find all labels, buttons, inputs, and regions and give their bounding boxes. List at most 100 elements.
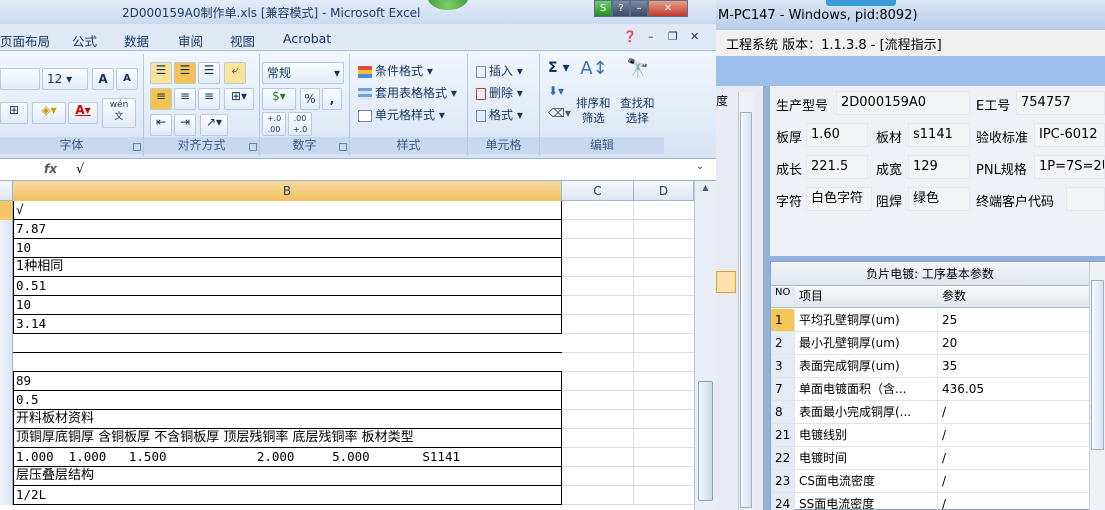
cell-d[interactable] xyxy=(634,277,694,296)
cell-b[interactable]: 7.87 xyxy=(13,220,562,239)
column-header-c[interactable]: C xyxy=(562,181,634,201)
cell-c[interactable] xyxy=(562,239,634,258)
row-header[interactable] xyxy=(0,315,13,334)
cell-c[interactable] xyxy=(562,315,634,334)
cell-b[interactable]: 89 xyxy=(13,372,562,391)
autosum-button[interactable]: Σ ▾ xyxy=(548,60,569,76)
column-header-b[interactable]: B xyxy=(13,181,562,201)
tab-acrobat[interactable]: Acrobat xyxy=(283,31,331,46)
row-header[interactable] xyxy=(0,277,13,296)
table-format-button[interactable]: 套用表格格式 ▾ xyxy=(358,84,457,101)
tab-page-layout[interactable]: 页面布局 xyxy=(0,31,50,50)
cell-d[interactable] xyxy=(634,296,694,315)
tab-formulas[interactable]: 公式 xyxy=(72,31,97,50)
row-header[interactable] xyxy=(0,372,13,391)
tab-data[interactable]: 数据 xyxy=(124,31,149,50)
merge-center-icon[interactable]: ⊞▾ xyxy=(224,88,254,110)
cell-d[interactable] xyxy=(634,315,694,334)
comma-button[interactable]: , xyxy=(322,88,342,110)
cell-c[interactable] xyxy=(562,334,634,353)
cell-d[interactable] xyxy=(634,372,694,391)
params-row[interactable]: 7 单面电镀面积（含... 436.05 xyxy=(771,378,1089,401)
cell-d[interactable] xyxy=(634,486,694,505)
find-select-button[interactable]: 查找和 选择 xyxy=(620,96,655,126)
params-row[interactable]: 1 平均孔壁铜厚(um) 25 xyxy=(771,309,1089,332)
cell-c[interactable] xyxy=(562,429,634,448)
grow-font-button[interactable]: A xyxy=(92,68,114,90)
orientation-icon[interactable]: ↗▾ xyxy=(200,114,228,136)
decrease-indent-icon[interactable]: ⇤ xyxy=(150,114,172,136)
alignment-launcher-icon[interactable] xyxy=(249,143,257,151)
help-icon[interactable]: ? xyxy=(612,0,630,17)
e-number-field[interactable]: 754757 xyxy=(1016,91,1105,115)
row-header[interactable] xyxy=(0,353,13,372)
fill-icon[interactable]: ⬇▾ xyxy=(548,84,564,98)
left-scroll-thumb[interactable] xyxy=(740,112,752,508)
find-select-icon[interactable]: 🔭 xyxy=(624,58,652,90)
tab-view[interactable]: 视图 xyxy=(230,31,255,50)
ribbon-restore-icon[interactable]: ❐ xyxy=(668,30,678,43)
cell-c[interactable] xyxy=(562,258,634,277)
row-header[interactable] xyxy=(0,296,13,315)
row-header[interactable] xyxy=(0,448,13,467)
cell-d[interactable] xyxy=(634,467,694,486)
shrink-font-button[interactable]: A xyxy=(116,68,138,90)
decrease-decimal-button[interactable]: .00 +.0 xyxy=(288,112,312,136)
customer-code-field[interactable] xyxy=(1066,187,1105,211)
row-header[interactable] xyxy=(0,258,13,277)
cell-c[interactable] xyxy=(562,353,634,372)
sort-filter-icon[interactable]: A↕ xyxy=(580,58,608,90)
align-left-icon[interactable]: ≡ xyxy=(150,88,172,110)
params-row[interactable]: 8 表面最小完成铜厚(... / xyxy=(771,401,1089,424)
percent-button[interactable]: % xyxy=(300,88,320,110)
row-header[interactable] xyxy=(0,239,13,258)
params-scrollbar[interactable] xyxy=(1089,262,1105,510)
tab-review[interactable]: 审阅 xyxy=(178,31,203,50)
office-button[interactable] xyxy=(428,0,468,10)
column-header-a[interactable] xyxy=(0,181,13,201)
cell-b[interactable]: 1.000 1.000 1.500 2.000 5.000 S1141 xyxy=(13,448,562,467)
worksheet-grid[interactable]: √ 7.87 10 1种相同 0.51 10 3.14 89 0.5 开料板材资料 顶铜厚底铜厚 含… xyxy=(0,201,694,510)
fx-icon[interactable]: fx xyxy=(44,162,57,176)
header-item[interactable]: 项目 xyxy=(795,287,938,307)
width-field[interactable]: 129 xyxy=(908,155,970,179)
ribbon-close-icon[interactable]: ✕ xyxy=(690,30,699,43)
params-row[interactable]: 24 SS面电流密度 / xyxy=(771,493,1089,510)
row-header[interactable] xyxy=(0,334,13,353)
row-header[interactable] xyxy=(0,391,13,410)
cell-c[interactable] xyxy=(562,448,634,467)
fill-color-button[interactable]: ◈▾ xyxy=(32,102,66,124)
silkscreen-field[interactable]: 白色字符 xyxy=(806,187,872,211)
cell-b[interactable] xyxy=(13,334,562,353)
scroll-up-icon[interactable]: ▲ xyxy=(698,183,713,197)
increase-decimal-button[interactable]: +.0 .00 xyxy=(262,112,286,136)
sort-filter-button[interactable]: 排序和 筛选 xyxy=(576,96,611,126)
align-top-icon[interactable]: ☰ xyxy=(150,62,172,84)
cell-d[interactable] xyxy=(634,220,694,239)
font-name-select[interactable] xyxy=(0,68,40,90)
params-row[interactable]: 2 最小孔壁铜厚(um) 20 xyxy=(771,332,1089,355)
close-icon[interactable]: ✕ xyxy=(648,0,688,17)
cell-b[interactable]: 10 xyxy=(13,239,562,258)
insert-button[interactable]: 插入 ▾ xyxy=(476,62,523,79)
left-panel-scrollbar[interactable] xyxy=(738,92,753,510)
thickness-field[interactable]: 1.60 xyxy=(806,123,868,147)
clear-icon[interactable]: ⌫▾ xyxy=(548,106,571,120)
format-button[interactable]: 格式 ▾ xyxy=(476,106,523,123)
cell-b[interactable]: 3.14 xyxy=(13,315,562,334)
params-scroll-thumb[interactable] xyxy=(1091,280,1104,450)
model-field[interactable]: 2D000159A0 xyxy=(836,91,970,115)
selected-process-marker[interactable] xyxy=(716,271,736,293)
length-field[interactable]: 221.5 xyxy=(806,155,868,179)
header-no[interactable]: NO xyxy=(771,287,795,307)
row-header[interactable] xyxy=(0,220,13,239)
cell-d[interactable] xyxy=(634,448,694,467)
conditional-format-button[interactable]: 条件格式 ▾ xyxy=(358,62,433,79)
cell-c[interactable] xyxy=(562,486,634,505)
ribbon-help-icon[interactable]: ❓ xyxy=(623,30,637,43)
cell-c[interactable] xyxy=(562,467,634,486)
font-color-button[interactable]: A▾ xyxy=(68,102,98,124)
cell-d[interactable] xyxy=(634,258,694,277)
formula-expand-icon[interactable]: ⌄ xyxy=(691,161,709,178)
standard-field[interactable]: IPC-6012 xyxy=(1034,123,1105,147)
